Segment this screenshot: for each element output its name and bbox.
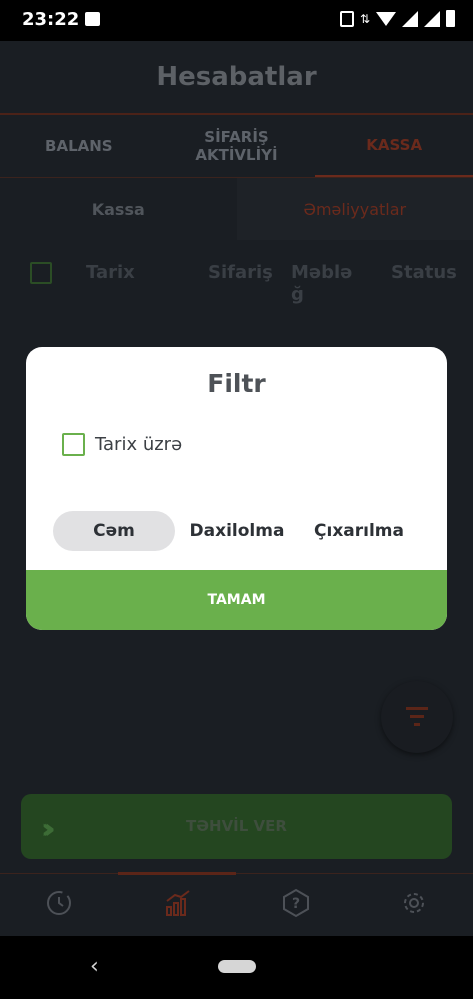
segment-daxilolma[interactable]: Daxilolma: [184, 511, 290, 551]
ok-button[interactable]: TAMAM: [26, 570, 447, 630]
subtab-emeliyyatlar[interactable]: Əməliyyatlar: [236, 178, 473, 240]
table-header: Tarix Sifariş Məbləğ Status: [0, 246, 473, 316]
dialog-title: Filtr: [207, 369, 266, 398]
deliver-button[interactable]: ››› TƏHVİL VER: [21, 794, 452, 859]
nav-active-indicator: [118, 872, 236, 875]
column-header-tarix[interactable]: Tarix: [86, 262, 135, 284]
wifi-icon: [376, 11, 396, 26]
column-header-mebleg[interactable]: Məbləğ: [291, 262, 353, 306]
tab-sifaris-aktivliyi[interactable]: SİFARİŞ AKTİVLİYİ: [158, 115, 316, 177]
svg-text:?: ?: [292, 896, 300, 912]
date-filter-label[interactable]: Tarix üzrə: [95, 433, 182, 456]
image-notification-icon: [85, 12, 100, 26]
status-bar: 23:22 ⇅: [0, 0, 473, 41]
settings-icon: [404, 893, 424, 913]
segment-cem[interactable]: Cəm: [53, 511, 175, 551]
status-time: 23:22: [22, 9, 80, 30]
sub-tabs: Kassa Əməliyyatlar: [0, 178, 473, 240]
system-navigation-bar: ‹: [0, 936, 473, 999]
nav-help[interactable]: ?: [281, 888, 311, 918]
chart-icon: [166, 890, 190, 916]
page-title: Hesabatlar: [156, 62, 317, 92]
data-arrows-icon: ⇅: [359, 11, 370, 26]
nav-settings[interactable]: [399, 888, 429, 918]
back-icon[interactable]: ‹: [90, 954, 99, 979]
nav-reports[interactable]: [163, 888, 193, 918]
tab-balans[interactable]: BALANS: [0, 115, 158, 177]
column-header-status[interactable]: Status: [391, 262, 457, 284]
signal-icon-2: [424, 10, 440, 27]
status-icons: ⇅: [339, 10, 455, 27]
segment-cixarilma[interactable]: Çıxarılma: [306, 511, 412, 551]
home-pill-icon[interactable]: [218, 960, 256, 973]
vibrate-icon: [339, 10, 354, 27]
history-icon: [47, 891, 71, 915]
column-header-sifaris[interactable]: Sifariş: [208, 262, 273, 284]
filter-dialog: Filtr Tarix üzrə Cəm Daxilolma Çıxarılma…: [26, 347, 447, 630]
select-all-checkbox[interactable]: [30, 262, 52, 284]
help-icon: ?: [283, 888, 309, 918]
nav-history[interactable]: [44, 888, 74, 918]
battery-icon: [446, 10, 455, 27]
tab-kassa[interactable]: KASSA: [315, 115, 473, 177]
tab-sifaris-label: SİFARİŞ AKTİVLİYİ: [195, 128, 278, 164]
filter-fab-button[interactable]: [381, 681, 453, 753]
top-tabs: BALANS SİFARİŞ AKTİVLİYİ KASSA: [0, 115, 473, 177]
bottom-navigation: ?: [0, 872, 473, 936]
date-filter-checkbox[interactable]: [62, 433, 85, 456]
signal-icon: [402, 10, 418, 27]
subtab-kassa[interactable]: Kassa: [0, 178, 237, 240]
deliver-label: TƏHVİL VER: [186, 817, 287, 835]
